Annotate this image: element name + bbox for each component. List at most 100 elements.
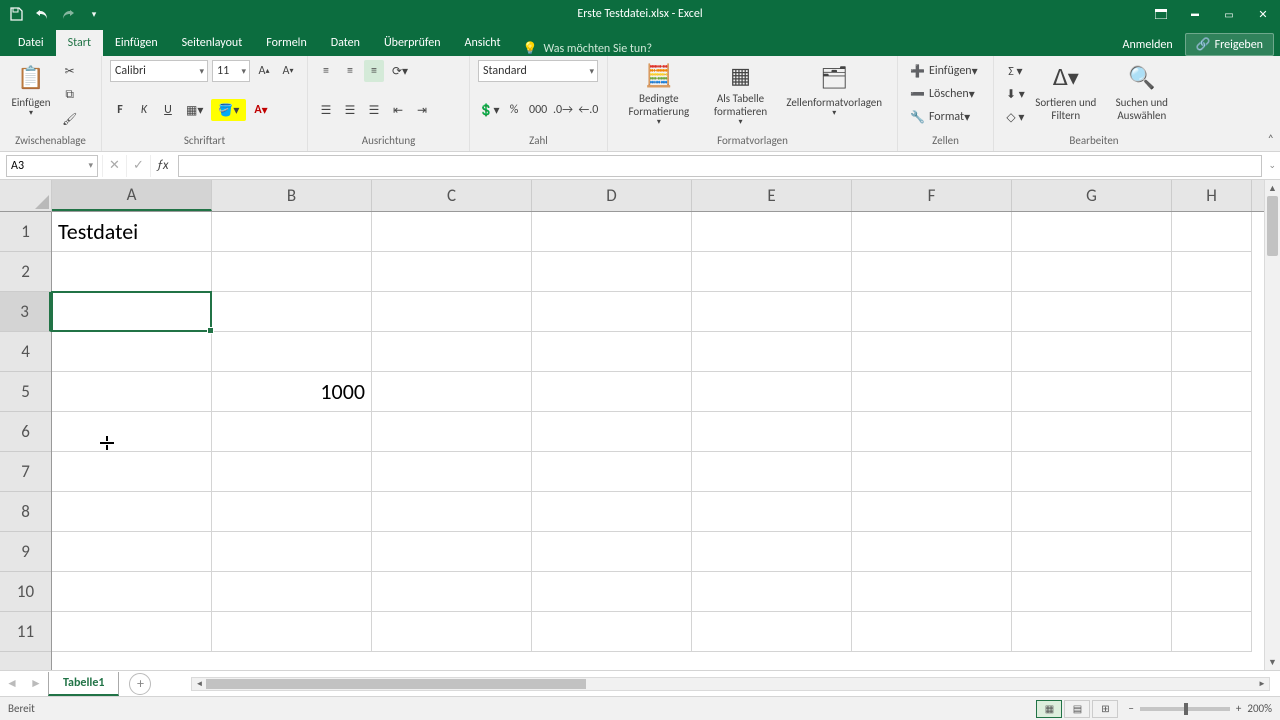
cell-G7[interactable]	[1012, 452, 1172, 492]
row-header-10[interactable]: 10	[0, 572, 51, 612]
cell-A2[interactable]	[52, 252, 212, 292]
tab-view[interactable]: Ansicht	[453, 30, 513, 56]
cell-G5[interactable]	[1012, 372, 1172, 412]
cell-E7[interactable]	[692, 452, 852, 492]
autosum-button[interactable]: Σ ▾	[1002, 60, 1029, 82]
cell-B7[interactable]	[212, 452, 372, 492]
undo-icon[interactable]	[34, 6, 50, 22]
column-header-E[interactable]: E	[692, 180, 852, 211]
cell-D9[interactable]	[532, 532, 692, 572]
cell-C6[interactable]	[372, 412, 532, 452]
zoom-slider-thumb[interactable]	[1184, 703, 1188, 715]
cell-F6[interactable]	[852, 412, 1012, 452]
zoom-slider[interactable]	[1140, 707, 1230, 711]
cell-E10[interactable]	[692, 572, 852, 612]
cell-C2[interactable]	[372, 252, 532, 292]
row-header-6[interactable]: 6	[0, 412, 51, 452]
cell-D4[interactable]	[532, 332, 692, 372]
clear-button[interactable]: ◇ ▾	[1002, 106, 1029, 128]
close-button[interactable]	[1246, 0, 1280, 28]
vertical-scrollbar[interactable]: ▲ ▼	[1264, 180, 1280, 670]
borders-button[interactable]: ▦▾	[182, 99, 207, 121]
cell-C10[interactable]	[372, 572, 532, 612]
cell-C5[interactable]	[372, 372, 532, 412]
cell-H9[interactable]	[1172, 532, 1252, 572]
underline-button[interactable]: U	[158, 99, 178, 121]
cell-H8[interactable]	[1172, 492, 1252, 532]
column-header-H[interactable]: H	[1172, 180, 1252, 211]
cell-H2[interactable]	[1172, 252, 1252, 292]
formula-input[interactable]	[178, 155, 1262, 177]
shrink-font-button[interactable]: A▾	[278, 60, 298, 82]
align-center-button[interactable]: ☰	[340, 99, 360, 121]
cell-G6[interactable]	[1012, 412, 1172, 452]
cell-H7[interactable]	[1172, 452, 1252, 492]
scroll-right-arrow[interactable]: ►	[1255, 678, 1269, 690]
cell-H6[interactable]	[1172, 412, 1252, 452]
cell-D11[interactable]	[532, 612, 692, 652]
column-header-A[interactable]: A	[52, 180, 212, 211]
redo-icon[interactable]	[60, 6, 76, 22]
cell-E3[interactable]	[692, 292, 852, 332]
cell-B1[interactable]	[212, 212, 372, 252]
cell-A6[interactable]	[52, 412, 212, 452]
cell-B5[interactable]: 1000	[212, 372, 372, 412]
increase-indent-button[interactable]: ⇥	[412, 99, 432, 121]
qat-customize-icon[interactable]: ▾	[86, 6, 102, 22]
cell-A1[interactable]: Testdatei	[52, 212, 212, 252]
cell-E5[interactable]	[692, 372, 852, 412]
scroll-down-arrow[interactable]: ▼	[1265, 654, 1280, 670]
cell-E4[interactable]	[692, 332, 852, 372]
cell-H11[interactable]	[1172, 612, 1252, 652]
cell-D10[interactable]	[532, 572, 692, 612]
cell-A3[interactable]	[52, 292, 212, 332]
cell-B2[interactable]	[212, 252, 372, 292]
cell-H10[interactable]	[1172, 572, 1252, 612]
cell-D6[interactable]	[532, 412, 692, 452]
enter-formula-button[interactable]: ✓	[126, 155, 150, 177]
format-as-table-button[interactable]: ▦Als Tabelle formatieren▾	[702, 60, 780, 130]
cell-D7[interactable]	[532, 452, 692, 492]
italic-button[interactable]: K	[134, 99, 154, 121]
decrease-indent-button[interactable]: ⇤	[388, 99, 408, 121]
cell-A4[interactable]	[52, 332, 212, 372]
scroll-left-arrow[interactable]: ◄	[192, 678, 206, 690]
align-right-button[interactable]: ☰	[364, 99, 384, 121]
cell-H3[interactable]	[1172, 292, 1252, 332]
cell-H1[interactable]	[1172, 212, 1252, 252]
tab-review[interactable]: Überprüfen	[372, 30, 453, 56]
cell-D1[interactable]	[532, 212, 692, 252]
orientation-button[interactable]: ⟳▾	[388, 60, 412, 82]
align-bottom-button[interactable]: ≡	[364, 60, 384, 82]
cell-F3[interactable]	[852, 292, 1012, 332]
paste-button[interactable]: 📋 Einfügen ▾	[8, 60, 54, 130]
row-header-4[interactable]: 4	[0, 332, 51, 372]
sheet-tab-active[interactable]: Tabelle1	[48, 672, 119, 696]
copy-button[interactable]: ⧉	[58, 84, 81, 106]
grow-font-button[interactable]: A▴	[254, 60, 274, 82]
cell-G11[interactable]	[1012, 612, 1172, 652]
cell-G4[interactable]	[1012, 332, 1172, 372]
horizontal-scrollbar[interactable]: ◄ ►	[191, 677, 1270, 691]
cell-A8[interactable]	[52, 492, 212, 532]
cell-D5[interactable]	[532, 372, 692, 412]
name-box[interactable]: A3	[6, 155, 98, 177]
row-header-7[interactable]: 7	[0, 452, 51, 492]
find-select-button[interactable]: 🔍Suchen und Auswählen	[1103, 60, 1181, 130]
column-header-C[interactable]: C	[372, 180, 532, 211]
cell-E11[interactable]	[692, 612, 852, 652]
align-top-button[interactable]: ≡	[316, 60, 336, 82]
column-header-D[interactable]: D	[532, 180, 692, 211]
cell-E8[interactable]	[692, 492, 852, 532]
cell-F7[interactable]	[852, 452, 1012, 492]
format-painter-button[interactable]: 🖌	[58, 108, 81, 130]
cell-C7[interactable]	[372, 452, 532, 492]
tell-me-search[interactable]: 💡 Was möchten Sie tun?	[523, 41, 653, 56]
bold-button[interactable]: F	[110, 99, 130, 121]
row-header-5[interactable]: 5	[0, 372, 51, 412]
column-header-B[interactable]: B	[212, 180, 372, 211]
percent-button[interactable]: %	[504, 99, 524, 121]
cell-C4[interactable]	[372, 332, 532, 372]
cell-F2[interactable]	[852, 252, 1012, 292]
delete-cells-button[interactable]: ➖ Löschen ▾	[906, 83, 992, 105]
